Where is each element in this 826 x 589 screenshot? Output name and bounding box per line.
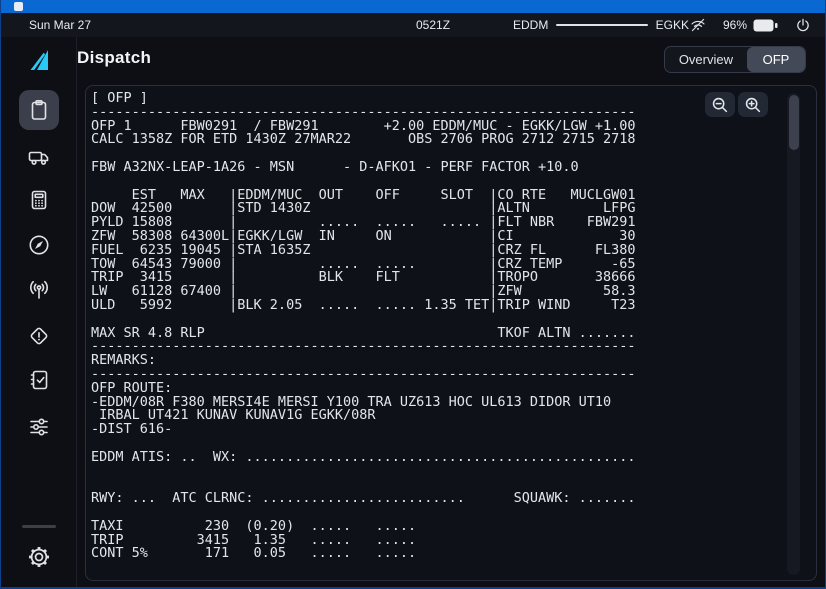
scrollbar-track[interactable] [787, 93, 800, 575]
tab-ofp[interactable]: OFP [747, 47, 805, 72]
gear-icon [26, 544, 52, 570]
zoom-in-icon [743, 95, 763, 115]
sidebar-item-failures[interactable] [19, 316, 59, 356]
status-clock: 0521Z [416, 18, 450, 32]
ofp-panel: [ OFP ] --------------------------------… [85, 85, 817, 581]
sidebar-item-checklists[interactable] [19, 360, 59, 400]
window-titlebar[interactable] [1, 0, 825, 13]
destination-code: EGKK [656, 18, 689, 32]
sidebar-divider [22, 525, 56, 528]
battery-icon [753, 19, 778, 32]
truck-icon [27, 145, 51, 169]
main-area: Dispatch Overview OFP [ OFP ] ----------… [77, 37, 826, 589]
compass-icon [27, 233, 51, 257]
zoom-out-button[interactable] [705, 92, 735, 117]
checklist-icon [27, 368, 51, 392]
sidebar [1, 37, 77, 589]
power-icon[interactable] [794, 16, 812, 34]
status-date: Sun Mar 27 [29, 18, 91, 32]
clipboard-icon [27, 98, 51, 122]
sliders-icon [27, 415, 51, 439]
status-bar: Sun Mar 27 0521Z EDDM EGKK 96% [1, 13, 825, 37]
sidebar-item-dispatch[interactable] [19, 90, 59, 130]
app-window: Sun Mar 27 0521Z EDDM EGKK 96% [0, 0, 826, 589]
zoom-out-icon [710, 95, 730, 115]
scrollbar-thumb[interactable] [789, 95, 799, 150]
ofp-document: [ OFP ] --------------------------------… [91, 92, 636, 561]
page-header: Dispatch Overview OFP [77, 37, 826, 85]
sidebar-item-atc[interactable] [19, 270, 59, 310]
sidebar-item-settings[interactable] [19, 537, 59, 577]
zoom-in-button[interactable] [738, 92, 768, 117]
sidebar-item-presets[interactable] [19, 407, 59, 447]
airline-logo [29, 48, 51, 77]
sidebar-item-navigation[interactable] [19, 225, 59, 265]
tab-overview[interactable]: Overview [665, 47, 747, 72]
flight-progress: EDDM EGKK [513, 18, 689, 32]
view-switcher: Overview OFP [664, 46, 806, 73]
origin-code: EDDM [513, 18, 548, 32]
radio-tower-icon [27, 278, 51, 302]
sidebar-item-performance[interactable] [19, 180, 59, 220]
wifi-off-icon [689, 16, 707, 34]
alert-diamond-icon [27, 324, 51, 348]
sidebar-item-ground-services[interactable] [19, 137, 59, 177]
page-title: Dispatch [77, 48, 151, 68]
window-app-icon [14, 2, 23, 11]
calculator-icon [27, 188, 51, 212]
battery-percent: 96% [723, 18, 747, 32]
zoom-controls [705, 92, 768, 117]
progress-line [556, 24, 647, 26]
